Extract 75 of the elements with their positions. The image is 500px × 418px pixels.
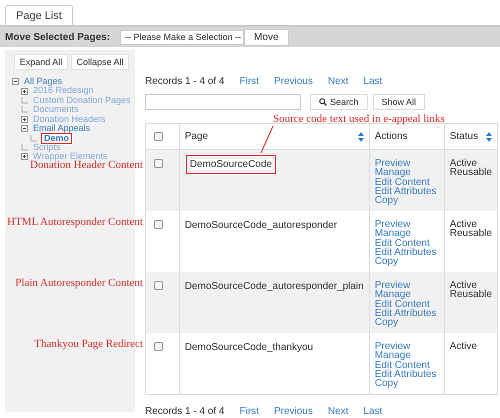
pager-link[interactable]: Last: [363, 76, 382, 86]
column-header: Actions: [374, 131, 408, 142]
page-list-tab[interactable]: Page List: [5, 5, 73, 25]
status-text: Active: [450, 220, 477, 230]
pager-link[interactable]: Last: [363, 406, 382, 416]
tree-item[interactable]: Documents: [33, 105, 79, 115]
pager-link[interactable]: First: [239, 406, 259, 416]
action-link[interactable]: Manage: [374, 351, 439, 361]
action-link[interactable]: Edit Content: [374, 178, 439, 187]
annotation-text: Donation Header Content: [30, 159, 143, 171]
records-count: Records 1 - 4 of 4: [145, 76, 224, 86]
action-link[interactable]: Preview: [374, 220, 439, 230]
status-text: Active: [450, 342, 478, 352]
show-all-button[interactable]: Show All: [372, 94, 426, 110]
annotation-text: Plain Autoresponder Content: [15, 277, 143, 289]
pager-link[interactable]: Previous: [274, 76, 313, 86]
collapse-icon[interactable]: [12, 78, 19, 86]
pager-link[interactable]: First: [239, 76, 259, 86]
move-button[interactable]: Move: [244, 28, 288, 46]
page-select[interactable]: -- Please Make a Selection --: [120, 30, 244, 44]
annotation-text: HTML Autoresponder Content: [7, 216, 143, 228]
move-label: Move Selected Pages:: [5, 32, 110, 42]
action-link[interactable]: Copy: [374, 379, 439, 388]
expand-icon[interactable]: [21, 88, 28, 95]
records-count: Records 1 - 4 of 4: [145, 406, 224, 416]
tree-item[interactable]: 2016 Redesign: [33, 86, 94, 96]
action-link[interactable]: Copy: [374, 196, 439, 206]
sort-icon[interactable]: [358, 132, 364, 142]
action-link[interactable]: Edit Content: [374, 360, 439, 370]
search-field[interactable]: [145, 94, 301, 110]
leader-line: [260, 126, 274, 153]
tree-item[interactable]: Scripts: [33, 142, 61, 152]
expand-icon[interactable]: [21, 153, 28, 160]
column-header[interactable]: Page: [184, 131, 208, 142]
search-icon: [319, 98, 327, 106]
status-text: Reusable: [450, 290, 492, 300]
tree-item[interactable]: Demo: [42, 134, 72, 143]
action-link[interactable]: Preview: [374, 281, 439, 290]
tree-item[interactable]: All Pages: [24, 77, 62, 86]
tree-item[interactable]: Custom Donation Pages: [33, 96, 131, 106]
action-link[interactable]: Preview: [374, 342, 439, 352]
tree-item[interactable]: Email Appeals: [33, 124, 90, 134]
status-text: Reusable: [450, 168, 492, 178]
action-link[interactable]: Manage: [374, 229, 439, 239]
status-text: Active: [450, 159, 477, 168]
collapse-icon[interactable]: [21, 125, 28, 132]
status-text: Reusable: [450, 229, 492, 239]
pager-link[interactable]: Previous: [274, 406, 313, 416]
page-name: DemoSourceCode_autoresponder: [184, 220, 338, 231]
action-link[interactable]: Copy: [374, 318, 439, 328]
action-link[interactable]: Manage: [374, 290, 439, 300]
page-name: DemoSourceCode_autoresponder_plain: [184, 281, 364, 292]
action-link[interactable]: Edit Attributes: [374, 248, 439, 258]
action-link[interactable]: Preview: [374, 159, 439, 168]
sort-icon[interactable]: [486, 132, 492, 142]
status-text: Active: [450, 281, 477, 290]
column-header[interactable]: Status: [450, 131, 478, 142]
action-link[interactable]: Edit Attributes: [374, 308, 439, 318]
annotation-text: Source code text used in e-appeal links: [273, 113, 445, 125]
tree-item[interactable]: Donation Headers: [33, 114, 106, 124]
pager-link[interactable]: Next: [328, 76, 348, 86]
collapse-all-button[interactable]: Collapse All: [71, 54, 129, 70]
expand-icon[interactable]: [21, 116, 28, 123]
search-button[interactable]: Search: [310, 94, 368, 110]
expand-all-button[interactable]: Expand All: [14, 54, 68, 70]
page-name: DemoSourceCode: [190, 159, 272, 170]
action-link[interactable]: Copy: [374, 257, 439, 266]
pager-link[interactable]: Next: [328, 406, 348, 416]
action-link[interactable]: Edit Content: [374, 300, 439, 309]
action-link[interactable]: Edit Attributes: [374, 370, 439, 380]
action-link[interactable]: Edit Content: [374, 238, 439, 248]
annotation-text: Thankyou Page Redirect: [34, 338, 143, 350]
action-link[interactable]: Manage: [374, 168, 439, 178]
action-link[interactable]: Edit Attributes: [374, 186, 439, 196]
page-name: DemoSourceCode_thankyou: [184, 342, 314, 353]
